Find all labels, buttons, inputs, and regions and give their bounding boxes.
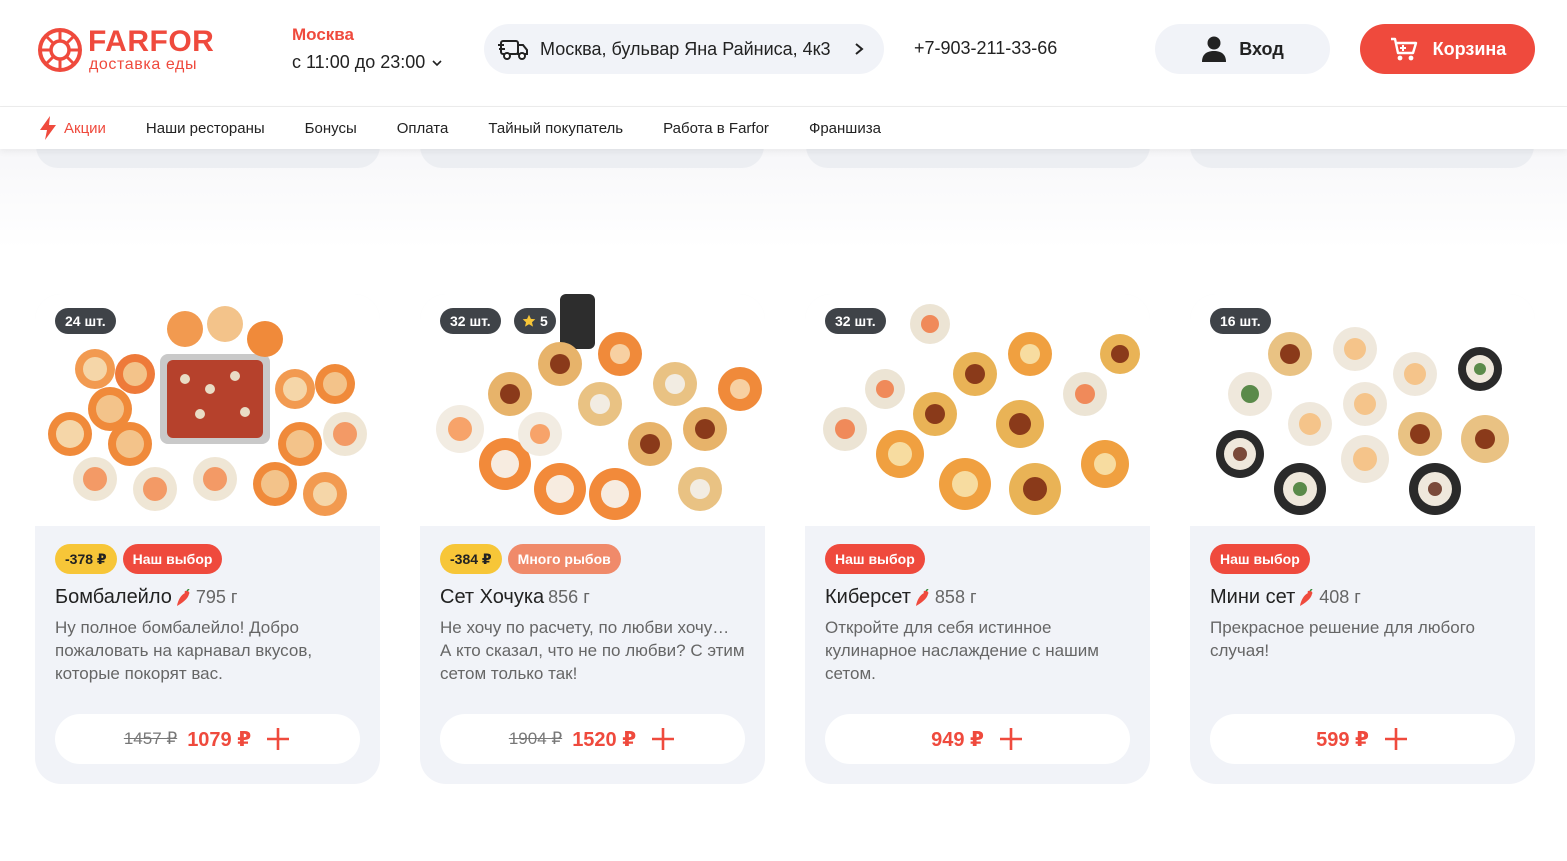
plus-icon [999, 728, 1022, 750]
discount-badge: -378 ₽ [55, 544, 117, 574]
delivery-address-text: Москва, бульвар Яна Райниса, 4к3 [540, 38, 831, 59]
product-name: Мини сет [1210, 586, 1296, 608]
plus-icon [1384, 728, 1407, 750]
cart-label: Корзина [1432, 38, 1507, 59]
product-badges: -384 ₽ Много рыбов [440, 544, 621, 574]
product-card[interactable]: 24 шт. -378 ₽ Наш выбор Бомбалейло 795 г… [35, 294, 380, 784]
product-weight: 795 г [195, 587, 238, 607]
old-price: 1904 ₽ [508, 729, 563, 748]
login-button[interactable]: Вход [1155, 24, 1330, 74]
product-badges: -378 ₽ Наш выбор [55, 544, 223, 574]
pieces-count-badge: 16 шт. [1210, 308, 1271, 334]
product-title-row: Сет Хочука 856 г [440, 586, 590, 609]
pieces-count-badge: 24 шт. [55, 308, 116, 334]
price: 949 ₽ [931, 728, 984, 751]
chevron-right-icon [855, 43, 864, 55]
product-title-row: Киберсет 858 г [825, 586, 977, 609]
product-description: Не хочу по расчету, по любви хочу… А кто… [440, 618, 745, 683]
brand-tagline: доставка еды [89, 56, 198, 73]
add-to-cart-button[interactable]: 1457 ₽ 1079 ₽ [55, 714, 360, 764]
brand-name: FARFOR [88, 25, 215, 58]
add-to-cart-button[interactable]: 1904 ₽ 1520 ₽ [440, 714, 745, 764]
chili-pepper-icon [1300, 588, 1313, 606]
user-icon [1202, 36, 1227, 62]
product-badges: Наш выбор [1210, 544, 1310, 574]
product-badges: Наш выбор [825, 544, 925, 574]
working-hours-text: с 11:00 до 23:00 [292, 52, 426, 72]
rating-badge: 5 [514, 308, 556, 334]
phone-number[interactable]: +7-903-211-33-66 [914, 38, 1057, 59]
product-title-row: Бомбалейло 795 г [55, 586, 237, 609]
lightning-icon [40, 116, 56, 140]
nav-item-label: Акции [64, 119, 106, 137]
old-price: 1457 ₽ [123, 729, 178, 748]
cart-icon [1390, 37, 1417, 61]
product-name: Сет Хочука [440, 586, 545, 608]
product-card[interactable]: 32 шт. 5 -384 ₽ Много рыбов Сет Хочука 8… [420, 294, 765, 784]
nav-item-restaurants[interactable]: Наши рестораны [146, 120, 265, 137]
product-description: Прекрасное решение для любого случая! [1210, 618, 1475, 660]
product-weight: 858 г [934, 587, 977, 607]
city-selector[interactable]: Москва [292, 25, 354, 45]
main-nav: Акции Наши рестораны Бонусы Оплата Тайны… [0, 107, 1567, 149]
pieces-count-badge: 32 шт. [825, 308, 886, 334]
nav-item-bonuses[interactable]: Бонусы [305, 120, 357, 137]
nav-item-promo[interactable]: Акции [38, 115, 106, 141]
discount-badge: -384 ₽ [440, 544, 502, 574]
our-choice-badge: Наш выбор [825, 544, 925, 574]
product-card[interactable]: 16 шт. Наш выбор Мини сет 408 г Прекрасн… [1190, 294, 1535, 784]
nav-item-jobs[interactable]: Работа в Farfor [663, 120, 769, 137]
product-description: Ну полное бомбалейло! Добро пожаловать н… [55, 618, 313, 683]
farfor-logo[interactable]: FARFOR доставка еды [36, 26, 226, 78]
rating-value: 5 [540, 313, 548, 329]
pieces-count-badge: 32 шт. [440, 308, 501, 334]
site-header: FARFOR доставка еды Москва с 11:00 до 23… [0, 0, 1567, 107]
working-hours[interactable]: с 11:00 до 23:00 [292, 52, 443, 73]
logo-mark-icon [38, 28, 82, 72]
product-weight: 856 г [548, 587, 590, 607]
price: 599 ₽ [1316, 728, 1369, 751]
product-description: Откройте для себя истинное кулинарное на… [825, 618, 1099, 683]
product-name: Киберсет [825, 586, 911, 608]
chili-pepper-icon [176, 588, 190, 606]
login-label: Вход [1239, 38, 1284, 59]
plus-icon [267, 728, 290, 750]
add-to-cart-button[interactable]: 949 ₽ [825, 714, 1130, 764]
chili-pepper-icon [915, 588, 929, 606]
nav-item-franchise[interactable]: Франшиза [809, 120, 881, 137]
plus-icon [652, 728, 675, 750]
chevron-down-icon [432, 59, 442, 66]
our-choice-badge: Наш выбор [122, 544, 223, 574]
nav-item-payment[interactable]: Оплата [397, 120, 449, 137]
product-card[interactable]: 32 шт. Наш выбор Киберсет 858 г Откройте… [805, 294, 1150, 784]
cart-button[interactable]: Корзина [1360, 24, 1535, 74]
delivery-address-button[interactable]: Москва, бульвар Яна Райниса, 4к3 [484, 24, 884, 74]
price: 1520 ₽ [572, 728, 637, 751]
star-icon [522, 314, 536, 327]
add-to-cart-button[interactable]: 599 ₽ [1210, 714, 1515, 764]
product-title-row: Мини сет 408 г [1210, 586, 1361, 609]
price: 1079 ₽ [187, 728, 252, 751]
lots-of-fish-badge: Много рыбов [507, 544, 621, 574]
nav-item-mystery-shopper[interactable]: Тайный покупатель [488, 120, 623, 137]
our-choice-badge: Наш выбор [1210, 544, 1310, 574]
product-name: Бомбалейло [55, 586, 172, 608]
product-weight: 408 г [1319, 587, 1361, 607]
delivery-truck-icon [498, 40, 528, 60]
